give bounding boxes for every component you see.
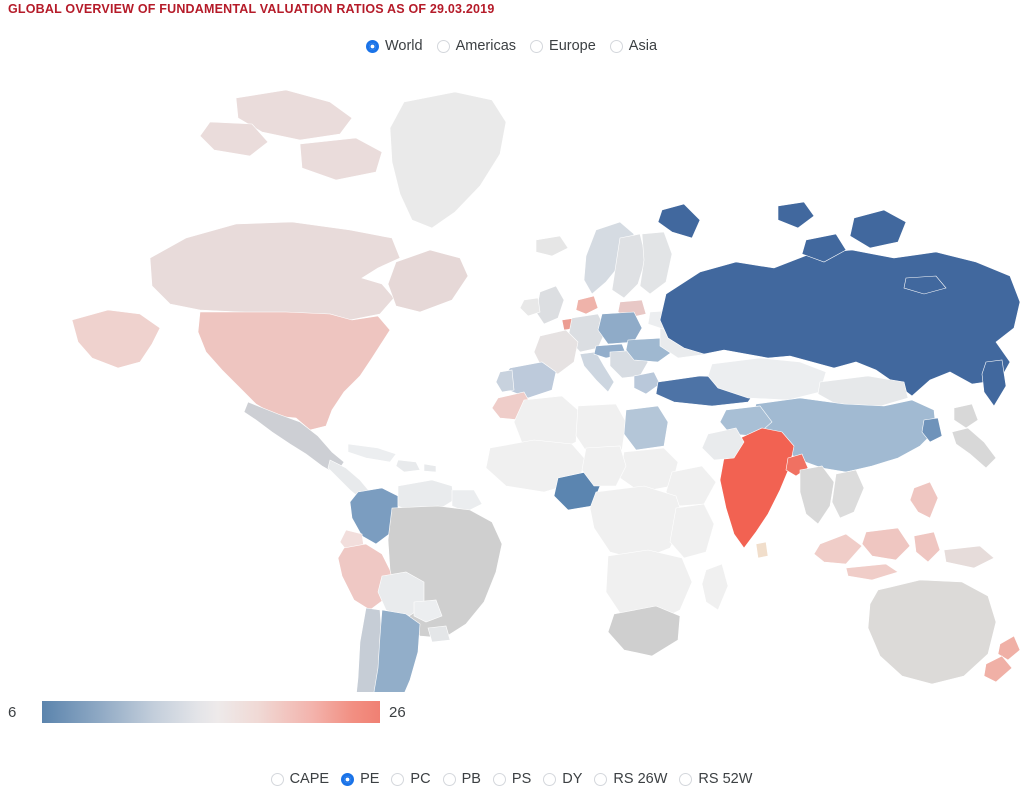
country-japan[interactable]: [954, 404, 978, 428]
radio-label: PE: [360, 771, 380, 787]
radio-icon[interactable]: [543, 772, 557, 786]
country-iceland[interactable]: [536, 236, 568, 256]
country-poland[interactable]: [598, 312, 642, 344]
country-italy[interactable]: [580, 352, 614, 392]
country-papua-new-guinea[interactable]: [944, 546, 994, 568]
country-indonesia-java[interactable]: [846, 564, 898, 580]
country-vietnam[interactable]: [832, 470, 864, 518]
map-countries[interactable]: [72, 90, 1020, 692]
country-south-africa[interactable]: [608, 606, 680, 656]
map-svg[interactable]: [0, 62, 1023, 692]
country-egypt[interactable]: [624, 406, 668, 450]
country-united-kingdom[interactable]: [536, 286, 564, 324]
radio-label: RS 26W: [613, 771, 668, 787]
legend-max-label: 26: [389, 703, 406, 721]
radio-icon[interactable]: [609, 39, 623, 53]
radio-region-asia[interactable]: Asia: [609, 38, 658, 54]
radio-ratio-ps[interactable]: PS: [492, 771, 532, 787]
radio-icon[interactable]: [391, 772, 405, 786]
country-russia-arctic[interactable]: [850, 210, 906, 248]
radio-ratio-rs26w[interactable]: RS 26W: [594, 772, 667, 787]
country-kamchatka[interactable]: [982, 360, 1006, 406]
country-indonesia-sulawesi[interactable]: [914, 532, 940, 562]
radio-icon[interactable]: [270, 772, 284, 786]
radio-icon[interactable]: [594, 772, 608, 786]
radio-label: PC: [410, 771, 431, 787]
radio-icon[interactable]: [679, 772, 693, 786]
radio-icon[interactable]: [492, 772, 506, 786]
country-cuba[interactable]: [348, 444, 396, 462]
region-filter-group: World Americas Europe Asia: [0, 39, 1023, 54]
country-greece[interactable]: [634, 372, 660, 394]
radio-ratio-pe[interactable]: PE: [341, 772, 379, 787]
radio-icon[interactable]: [442, 772, 456, 786]
country-japan-honshu[interactable]: [952, 428, 996, 468]
radio-label: CAPE: [289, 771, 330, 787]
country-philippines[interactable]: [910, 482, 938, 518]
radio-icon[interactable]: [530, 39, 544, 53]
country-united-states[interactable]: [198, 312, 390, 430]
radio-ratio-pc[interactable]: PC: [391, 771, 431, 787]
radio-ratio-dy[interactable]: DY: [543, 772, 582, 787]
country-australia[interactable]: [868, 580, 996, 684]
country-canada-east[interactable]: [388, 250, 468, 312]
radio-label: Europe: [549, 38, 596, 54]
radio-region-americas[interactable]: Americas: [436, 38, 517, 54]
radio-region-europe[interactable]: Europe: [530, 39, 596, 54]
radio-icon-selected[interactable]: [365, 39, 379, 53]
radio-label: PS: [511, 771, 532, 787]
country-alaska[interactable]: [72, 310, 160, 368]
radio-ratio-cape[interactable]: CAPE: [270, 771, 330, 787]
country-central-africa[interactable]: [590, 486, 684, 560]
radio-label: PB: [461, 771, 481, 787]
country-ireland[interactable]: [520, 298, 540, 316]
country-east-africa[interactable]: [670, 504, 714, 558]
radio-ratio-rs52w[interactable]: RS 52W: [679, 772, 752, 787]
radio-icon-selected[interactable]: [341, 772, 355, 786]
country-finland[interactable]: [640, 232, 672, 294]
page-title: GLOBAL OVERVIEW OF FUNDAMENTAL VALUATION…: [8, 2, 495, 16]
radio-label: Asia: [628, 38, 658, 54]
legend-min-label: 6: [8, 703, 17, 721]
radio-label: RS 52W: [698, 771, 753, 787]
radio-ratio-pb[interactable]: PB: [442, 771, 481, 787]
world-choropleth-map[interactable]: [0, 62, 1023, 692]
country-canada-islands-2[interactable]: [300, 138, 382, 180]
country-canada[interactable]: [150, 222, 400, 326]
country-indonesia-sumatra[interactable]: [814, 534, 862, 564]
country-puerto-rico[interactable]: [424, 464, 436, 472]
radio-label: Americas: [455, 38, 517, 54]
country-denmark[interactable]: [576, 296, 598, 314]
radio-label: DY: [562, 771, 583, 787]
country-madagascar[interactable]: [702, 564, 728, 610]
country-indonesia-borneo[interactable]: [862, 528, 910, 560]
country-uruguay[interactable]: [428, 626, 450, 642]
color-scale-legend: 6 26: [0, 698, 1023, 726]
ratio-filter-group: CAPE PE PC PB PS DY RS 26W RS 52W: [0, 772, 1023, 787]
country-sri-lanka[interactable]: [756, 542, 768, 558]
radio-label: World: [384, 38, 423, 54]
radio-icon[interactable]: [436, 39, 450, 53]
country-greenland[interactable]: [390, 92, 506, 228]
legend-gradient-bar: [42, 701, 380, 723]
radio-region-world[interactable]: World: [365, 38, 423, 54]
country-hispaniola[interactable]: [396, 460, 420, 472]
country-myanmar-thailand[interactable]: [800, 466, 834, 524]
country-svalbard[interactable]: [778, 202, 814, 228]
country-portugal[interactable]: [496, 370, 514, 392]
